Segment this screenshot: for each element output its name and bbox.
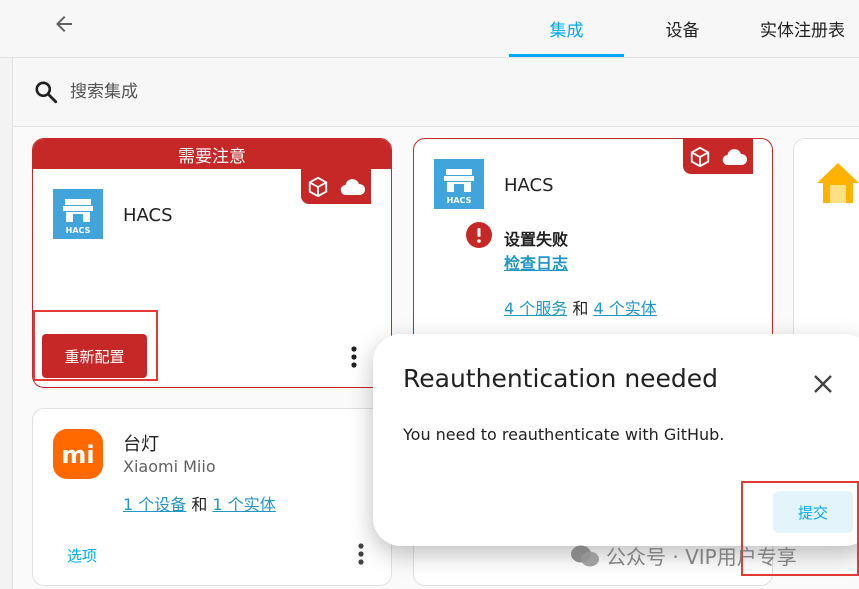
wechat-icon [571, 545, 599, 566]
tab-devices[interactable]: 设备 [640, 0, 725, 57]
hacs-logo: HACS [434, 159, 484, 209]
submit-button[interactable]: 提交 [773, 491, 853, 533]
package-icon [690, 146, 709, 167]
hacs-logo: HACS [53, 189, 103, 239]
cloud-icon [722, 148, 747, 165]
badge-group [683, 139, 753, 174]
card-title: HACS [504, 175, 554, 196]
card-title: 台灯 [123, 434, 159, 455]
devices-entities-line: 1 个设备 和 1 个实体 [123, 491, 276, 515]
lamp-card: mi 台灯 Xiaomi Miio 1 个设备 和 1 个实体 选项 [32, 408, 392, 586]
devices-link[interactable]: 1 个设备 [123, 495, 186, 514]
active-tab-indicator [509, 54, 624, 57]
dialog-title: Reauthentication needed [403, 364, 719, 393]
watermark: 公众号 · VIP用户专享 [570, 541, 797, 570]
top-bar [0, 0, 859, 58]
search-icon [35, 81, 58, 104]
xiaomi-logo-text: mi [61, 441, 94, 469]
arrow-back-icon [56, 16, 72, 32]
hacs-logo-text: HACS [447, 196, 472, 205]
entities-link[interactable]: 1 个实体 [212, 495, 275, 514]
hacs-logo-text: HACS [66, 226, 91, 235]
watermark-text: 公众号 · VIP用户专享 [606, 545, 797, 569]
back-button[interactable] [44, 4, 84, 44]
card-subtitle: Xiaomi Miio [123, 457, 216, 476]
home-icon [814, 159, 859, 207]
error-title: 设置失败 [504, 230, 569, 249]
services-link[interactable]: 4 个服务 [504, 299, 567, 318]
close-icon[interactable] [806, 367, 840, 401]
tab-integrations[interactable]: 集成 [509, 0, 624, 57]
connector-text: 和 [572, 299, 589, 318]
search-input[interactable] [70, 78, 470, 106]
more-options-icon[interactable] [342, 342, 366, 372]
hacs-failed-card: HACS HACS 设置失败 检查日志 4 个服务 和 4 个实体 [413, 138, 773, 348]
card-title: HACS [123, 205, 173, 226]
error-icon [466, 222, 492, 248]
attention-header: 需要注意 [33, 139, 391, 169]
tab-entities[interactable]: 实体注册表 [760, 0, 859, 57]
check-logs-link[interactable]: 检查日志 [504, 250, 568, 274]
more-options-icon[interactable] [349, 539, 373, 569]
reconfigure-button[interactable]: 重新配置 [42, 334, 147, 378]
services-entities-line: 4 个服务 和 4 个实体 [504, 295, 657, 319]
partial-card [793, 138, 859, 348]
package-icon [308, 176, 327, 197]
badge-group [301, 169, 371, 204]
dialog-message: You need to reauthenticate with GitHub. [403, 425, 725, 444]
entities-link[interactable]: 4 个实体 [593, 299, 656, 318]
xiaomi-logo: mi [53, 429, 103, 479]
left-rail [0, 0, 13, 589]
connector-text: 和 [191, 495, 208, 514]
options-button[interactable]: 选项 [67, 545, 97, 566]
cloud-icon [340, 178, 365, 195]
